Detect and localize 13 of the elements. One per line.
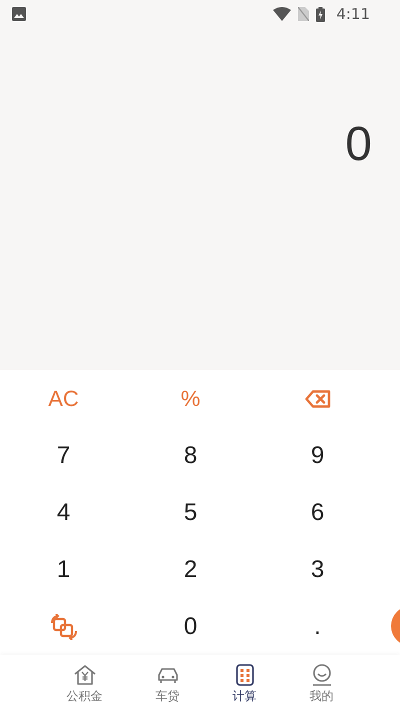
nav-tab[interactable]: 计算 [226, 655, 262, 713]
house-icon [72, 664, 96, 686]
clock-time: 4:11 [336, 5, 370, 23]
display-value: 0 [345, 116, 372, 172]
nav-tab[interactable]: 车贷 [150, 655, 186, 713]
nav-tab[interactable]: 公积金 [60, 655, 108, 713]
battery-charging-icon [316, 6, 326, 22]
image-icon [12, 7, 26, 21]
backspace-icon [304, 390, 330, 408]
wifi-icon [273, 7, 292, 21]
nav-tab[interactable]: 我的 [304, 655, 340, 713]
swap-icon [50, 614, 78, 640]
no-sim-icon [298, 7, 310, 21]
